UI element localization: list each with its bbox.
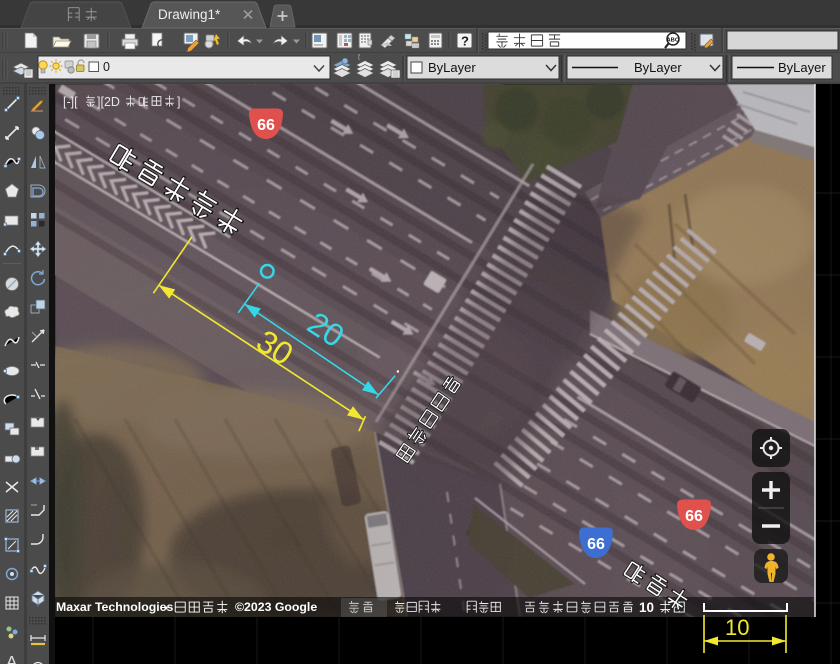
svg-text:[-][: [-][ [63, 95, 78, 109]
svg-text:66: 66 [257, 117, 275, 134]
svg-text:][2D: ][2D [97, 95, 120, 109]
svg-text:Maxar Technologies: Maxar Technologies [56, 600, 173, 614]
svg-text:?: ? [461, 34, 469, 49]
svg-text:66: 66 [587, 536, 605, 553]
svg-text:©2023 Google: ©2023 Google [235, 600, 317, 614]
svg-text:ByLayer: ByLayer [778, 60, 826, 75]
svg-text:A: A [6, 653, 18, 664]
svg-text:]: ] [177, 95, 180, 109]
svg-text:Drawing1*: Drawing1* [158, 7, 221, 22]
svg-text:10: 10 [725, 615, 749, 640]
svg-text:ByLayer: ByLayer [634, 60, 682, 75]
svg-text:66: 66 [685, 508, 703, 525]
svg-text:0: 0 [103, 60, 110, 74]
svg-text:10: 10 [639, 600, 654, 615]
svg-text:ABC: ABC [667, 38, 680, 44]
svg-text:ByLayer: ByLayer [428, 60, 476, 75]
